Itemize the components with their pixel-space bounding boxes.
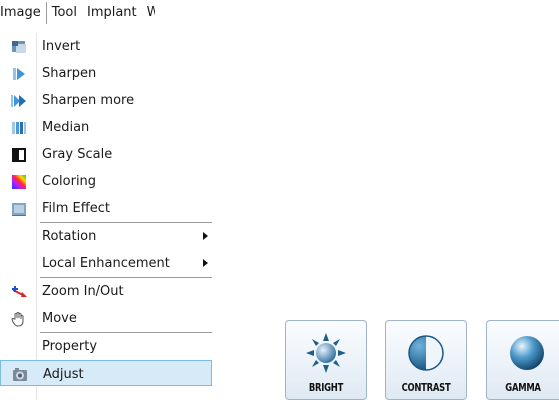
menu-bar: Image Tool Implant W [0, 0, 212, 26]
bright-button[interactable]: BRIGHT [285, 320, 367, 400]
gray-scale-icon [10, 146, 28, 164]
hand-icon [10, 310, 28, 328]
app-window: Image Tool Implant W Invert Sharpen Shar… [0, 0, 559, 400]
image-dropdown-menu: Invert Sharpen Sharpen more Median Gray … [0, 33, 212, 400]
invert-icon [10, 38, 28, 56]
menu-item-label: Adjust [43, 367, 84, 382]
menu-image[interactable]: Image [0, 2, 47, 24]
menu-item-zoom[interactable]: Zoom In/Out [0, 278, 212, 305]
menu-item-rotation[interactable]: Rotation [0, 223, 212, 250]
menu-item-move[interactable]: Move [0, 305, 212, 332]
menu-item-label: Median [42, 120, 90, 135]
menu-item-median[interactable]: Median [0, 114, 212, 141]
menu-item-label: Coloring [42, 174, 97, 189]
contrast-icon [404, 331, 448, 375]
menu-item-property[interactable]: Property [0, 333, 212, 360]
menu-item-label: Sharpen more [42, 93, 135, 108]
menu-implant[interactable]: Implant [82, 2, 142, 24]
menu-w[interactable]: W [142, 2, 155, 24]
menu-item-local-enhancement[interactable]: Local Enhancement [0, 250, 212, 277]
menu-item-label: Property [42, 339, 98, 354]
menu-item-label: Film Effect [42, 201, 110, 216]
menu-item-adjust[interactable]: Adjust [0, 360, 212, 386]
menu-item-sharpen[interactable]: Sharpen [0, 60, 212, 87]
menu-item-label: Sharpen [42, 66, 97, 81]
submenu-arrow-icon [203, 259, 208, 267]
menu-item-coloring[interactable]: Coloring [0, 168, 212, 195]
gamma-sphere-icon [505, 331, 549, 375]
menu-item-film-effect[interactable]: Film Effect [0, 195, 212, 222]
contrast-label: CONTRAST [401, 381, 451, 394]
menu-item-label: Rotation [42, 229, 97, 244]
menu-item-invert[interactable]: Invert [0, 33, 212, 60]
adjust-icon [11, 366, 29, 384]
menu-item-label: Gray Scale [42, 147, 113, 162]
menu-item-gray-scale[interactable]: Gray Scale [0, 141, 212, 168]
film-effect-icon [10, 200, 28, 218]
coloring-icon [10, 173, 28, 191]
gamma-label: GAMMA [505, 381, 541, 394]
menu-item-label: Local Enhancement [42, 256, 170, 271]
menu-tool[interactable]: Tool [47, 2, 82, 24]
sharpen-more-icon [10, 92, 28, 110]
gamma-button[interactable]: GAMMA [486, 320, 559, 400]
bright-label: BRIGHT [308, 381, 344, 394]
submenu-arrow-icon [203, 232, 208, 240]
menu-item-label: Move [42, 311, 77, 326]
zoom-icon [10, 283, 28, 301]
menu-item-label: Zoom In/Out [42, 284, 124, 299]
menu-item-label: Invert [42, 39, 81, 54]
median-icon [10, 119, 28, 137]
contrast-button[interactable]: CONTRAST [385, 320, 467, 400]
sharpen-icon [10, 65, 28, 83]
sun-icon [304, 331, 348, 375]
menu-item-sharpen-more[interactable]: Sharpen more [0, 87, 212, 114]
